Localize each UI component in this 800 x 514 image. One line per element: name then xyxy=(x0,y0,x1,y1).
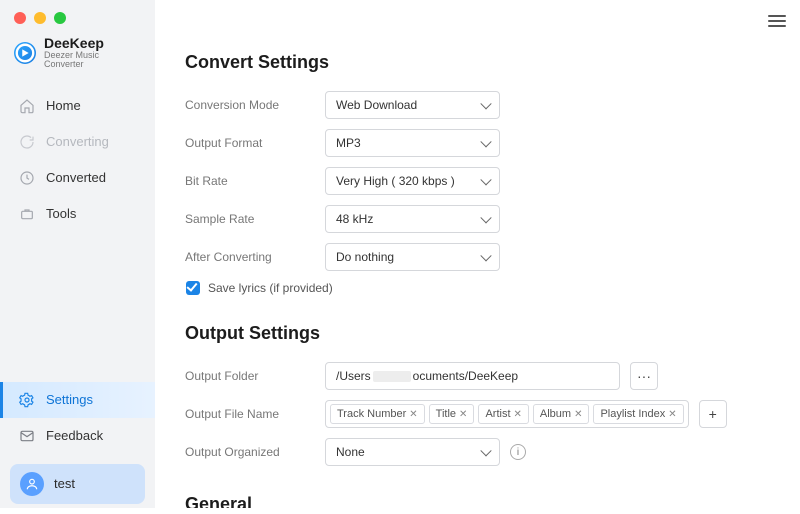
output-format-value: MP3 xyxy=(336,136,361,150)
sidebar-item-label: Converted xyxy=(46,170,106,185)
feedback-icon xyxy=(18,427,36,445)
conversion-mode-value: Web Download xyxy=(336,98,417,112)
token-playlist-index[interactable]: Playlist Index✕ xyxy=(593,404,683,424)
info-icon[interactable]: i xyxy=(510,444,526,460)
after-converting-value: Do nothing xyxy=(336,250,394,264)
user-chip[interactable]: test xyxy=(10,464,145,504)
gear-icon xyxy=(18,391,36,409)
close-icon[interactable]: ✕ xyxy=(574,409,582,420)
label-conversion-mode: Conversion Mode xyxy=(185,98,325,112)
bit-rate-select[interactable]: Very High ( 320 kbps ) xyxy=(325,167,500,195)
close-icon[interactable]: ✕ xyxy=(409,409,417,420)
sidebar: DeeKeep Deezer Music Converter Home Conv… xyxy=(0,0,155,508)
close-icon[interactable]: ✕ xyxy=(459,409,467,420)
sidebar-item-tools[interactable]: Tools xyxy=(0,196,155,232)
label-sample-rate: Sample Rate xyxy=(185,212,325,226)
token-track-number[interactable]: Track Number✕ xyxy=(330,404,425,424)
output-folder-input[interactable]: /Users ocuments/DeeKeep xyxy=(325,362,620,390)
token-album[interactable]: Album✕ xyxy=(533,404,590,424)
filename-token-box: Track Number✕ Title✕ Artist✕ Album✕ Play… xyxy=(325,400,689,428)
window-controls xyxy=(0,0,155,34)
after-converting-select[interactable]: Do nothing xyxy=(325,243,500,271)
brand-name: DeeKeep xyxy=(44,36,141,51)
main-content: Convert Settings Conversion Mode Web Dow… xyxy=(155,0,800,508)
close-icon[interactable]: ✕ xyxy=(514,409,522,420)
close-window-button[interactable] xyxy=(14,12,26,24)
sidebar-item-label: Tools xyxy=(46,206,76,221)
token-title[interactable]: Title✕ xyxy=(429,404,475,424)
output-organized-select[interactable]: None xyxy=(325,438,500,466)
brand-subtitle: Deezer Music Converter xyxy=(44,51,141,70)
brand-logo-icon xyxy=(14,42,36,64)
label-after-converting: After Converting xyxy=(185,250,325,264)
sample-rate-value: 48 kHz xyxy=(336,212,373,226)
label-output-file-name: Output File Name xyxy=(185,407,325,421)
output-folder-text-prefix: /Users xyxy=(336,369,371,383)
menu-button[interactable] xyxy=(768,12,786,30)
conversion-mode-select[interactable]: Web Download xyxy=(325,91,500,119)
sidebar-item-converted[interactable]: Converted xyxy=(0,160,155,196)
sidebar-item-label: Home xyxy=(46,98,81,113)
label-output-format: Output Format xyxy=(185,136,325,150)
close-icon[interactable]: ✕ xyxy=(668,409,676,420)
home-icon xyxy=(18,97,36,115)
section-title-general: General xyxy=(185,494,764,508)
browse-folder-button[interactable]: ··· xyxy=(630,362,658,390)
sidebar-item-label: Feedback xyxy=(46,428,103,443)
save-lyrics-label: Save lyrics (if provided) xyxy=(208,281,333,295)
user-name: test xyxy=(54,476,75,491)
output-format-select[interactable]: MP3 xyxy=(325,129,500,157)
bit-rate-value: Very High ( 320 kbps ) xyxy=(336,174,455,188)
maximize-window-button[interactable] xyxy=(54,12,66,24)
output-folder-text-suffix: ocuments/DeeKeep xyxy=(413,369,518,383)
sidebar-item-label: Converting xyxy=(46,134,109,149)
converting-icon xyxy=(18,133,36,151)
tools-icon xyxy=(18,205,36,223)
token-artist[interactable]: Artist✕ xyxy=(478,404,528,424)
add-token-button[interactable]: + xyxy=(699,400,727,428)
sidebar-item-label: Settings xyxy=(46,392,93,407)
brand: DeeKeep Deezer Music Converter xyxy=(0,34,155,86)
section-title-output: Output Settings xyxy=(185,323,764,344)
output-folder-redacted xyxy=(373,371,411,382)
label-bit-rate: Bit Rate xyxy=(185,174,325,188)
sidebar-item-settings[interactable]: Settings xyxy=(0,382,155,418)
sidebar-item-converting[interactable]: Converting xyxy=(0,124,155,160)
sidebar-item-home[interactable]: Home xyxy=(0,88,155,124)
label-output-folder: Output Folder xyxy=(185,369,325,383)
nav: Home Converting Converted Tools Settings… xyxy=(0,86,155,454)
sidebar-item-feedback[interactable]: Feedback xyxy=(0,418,155,454)
section-title-convert: Convert Settings xyxy=(185,52,764,73)
avatar xyxy=(20,472,44,496)
output-organized-value: None xyxy=(336,445,365,459)
minimize-window-button[interactable] xyxy=(34,12,46,24)
label-output-organized: Output Organized xyxy=(185,445,325,459)
converted-icon xyxy=(18,169,36,187)
sample-rate-select[interactable]: 48 kHz xyxy=(325,205,500,233)
save-lyrics-checkbox[interactable] xyxy=(186,281,200,295)
